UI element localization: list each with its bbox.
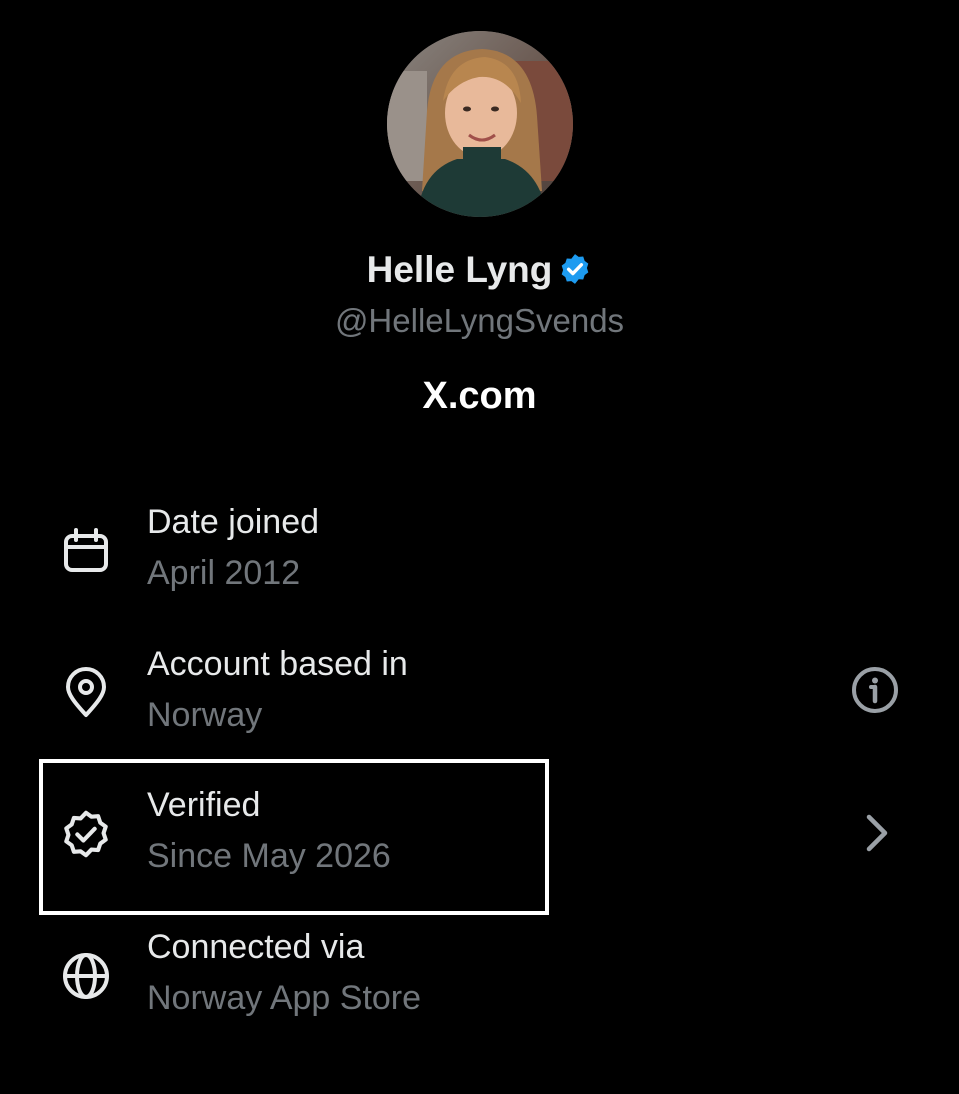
connected-via-label: Connected via [147, 928, 365, 966]
verified-value: Since May 2026 [147, 837, 391, 875]
verified-badge-icon [558, 250, 592, 284]
info-icon[interactable] [849, 664, 901, 716]
account-based-in-value: Norway [147, 696, 263, 734]
chevron-right-icon[interactable] [851, 807, 903, 859]
location-pin-icon [60, 667, 112, 719]
site-name: X.com [422, 375, 537, 417]
verified-seal-icon [60, 808, 112, 860]
verified-label: Verified [147, 786, 261, 824]
avatar-image [387, 31, 573, 217]
connected-via-value: Norway App Store [147, 979, 422, 1017]
display-name: Helle Lyng [366, 249, 553, 290]
globe-icon [60, 950, 112, 1002]
date-joined-value: April 2012 [147, 554, 301, 592]
profile-avatar[interactable] [387, 31, 573, 217]
verified-row[interactable]: Verified Since May 2026 [0, 783, 959, 903]
date-joined-row: Date joined April 2012 [0, 500, 959, 620]
user-handle: @HelleLyngSvends [334, 302, 625, 339]
connected-via-row: Connected via Norway App Store [0, 925, 959, 1045]
display-name-row: Helle Lyng [0, 246, 959, 294]
account-based-in-label: Account based in [147, 645, 408, 683]
date-joined-label: Date joined [147, 503, 320, 541]
calendar-icon [60, 525, 112, 577]
account-based-in-row: Account based in Norway [0, 642, 959, 762]
